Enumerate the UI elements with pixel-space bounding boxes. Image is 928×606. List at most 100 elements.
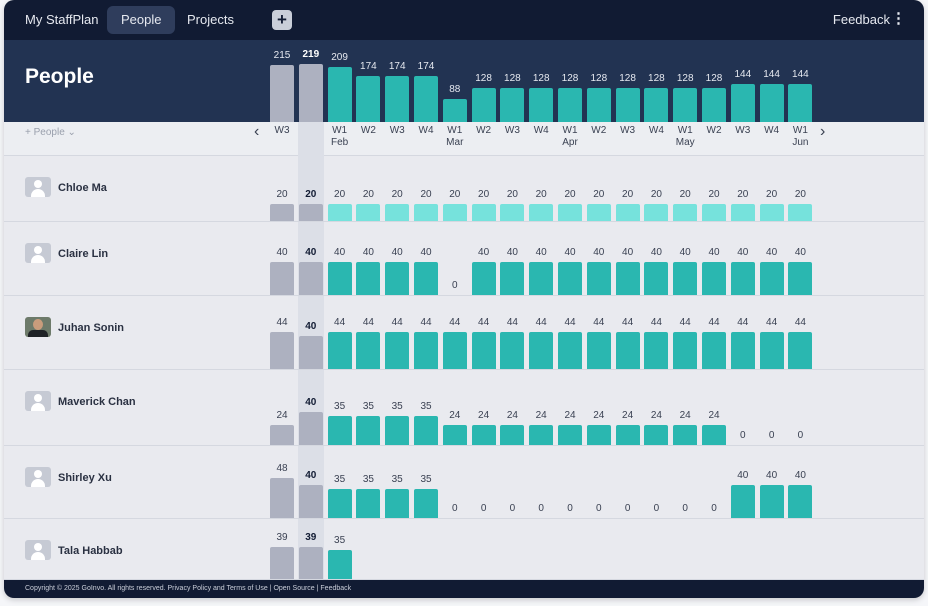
hours-bar[interactable] — [298, 335, 323, 369]
person-name[interactable]: Claire Lin — [58, 248, 108, 260]
hours-bar[interactable] — [500, 332, 525, 369]
hours-bar[interactable] — [730, 484, 755, 518]
hours-bar[interactable] — [270, 261, 294, 295]
kebab-menu-icon[interactable]: ⋮ — [891, 11, 906, 27]
hours-bar[interactable] — [270, 478, 294, 518]
total-bar[interactable] — [702, 88, 726, 122]
hours-bar[interactable] — [385, 332, 410, 369]
hours-bar[interactable] — [586, 261, 611, 295]
person-name[interactable]: Shirley Xu — [58, 472, 112, 484]
hours-bar[interactable] — [327, 204, 352, 221]
hours-bar[interactable] — [702, 204, 726, 221]
hours-bar[interactable] — [615, 425, 640, 445]
hours-bar[interactable] — [442, 425, 467, 445]
hours-bar[interactable] — [356, 261, 381, 295]
hours-bar[interactable] — [586, 332, 611, 369]
hours-bar[interactable] — [414, 488, 438, 518]
hours-bar[interactable] — [615, 261, 640, 295]
hours-bar[interactable] — [730, 332, 755, 369]
hours-bar[interactable] — [558, 261, 582, 295]
total-bar[interactable] — [730, 83, 755, 122]
hours-bar[interactable] — [414, 415, 438, 445]
hours-bar[interactable] — [644, 261, 669, 295]
hours-bar[interactable] — [673, 204, 698, 221]
hours-bar[interactable] — [788, 204, 813, 221]
hours-bar[interactable] — [298, 411, 323, 445]
hours-bar[interactable] — [788, 261, 813, 295]
person-name[interactable]: Maverick Chan — [58, 396, 136, 408]
hours-bar[interactable] — [759, 261, 784, 295]
hours-bar[interactable] — [298, 261, 323, 295]
hours-bar[interactable] — [327, 415, 352, 445]
total-bar[interactable] — [356, 75, 381, 122]
hours-bar[interactable] — [471, 261, 496, 295]
hours-bar[interactable] — [442, 204, 467, 221]
hours-bar[interactable] — [385, 488, 410, 518]
hours-bar[interactable] — [759, 484, 784, 518]
hours-bar[interactable] — [298, 546, 323, 579]
total-bar[interactable] — [298, 64, 323, 122]
total-bar[interactable] — [500, 88, 525, 122]
total-bar[interactable] — [673, 88, 698, 122]
hours-bar[interactable] — [298, 484, 323, 518]
person-name[interactable]: Juhan Sonin — [58, 322, 124, 334]
hours-bar[interactable] — [615, 204, 640, 221]
person-row[interactable] — [4, 519, 924, 580]
hours-bar[interactable] — [615, 332, 640, 369]
hours-bar[interactable] — [673, 332, 698, 369]
hours-bar[interactable] — [529, 332, 554, 369]
hours-bar[interactable] — [270, 546, 294, 579]
add-button[interactable]: + — [272, 10, 292, 30]
hours-bar[interactable] — [586, 425, 611, 445]
hours-bar[interactable] — [471, 425, 496, 445]
total-bar[interactable] — [788, 83, 813, 122]
hours-bar[interactable] — [327, 332, 352, 369]
total-bar[interactable] — [759, 83, 784, 122]
hours-bar[interactable] — [414, 261, 438, 295]
total-bar[interactable] — [558, 88, 582, 122]
hours-bar[interactable] — [471, 204, 496, 221]
hours-bar[interactable] — [270, 425, 294, 445]
hours-bar[interactable] — [500, 204, 525, 221]
total-bar[interactable] — [586, 88, 611, 122]
hours-bar[interactable] — [327, 549, 352, 579]
hours-bar[interactable] — [442, 332, 467, 369]
total-bar[interactable] — [615, 88, 640, 122]
hours-bar[interactable] — [759, 332, 784, 369]
total-bar[interactable] — [644, 88, 669, 122]
hours-bar[interactable] — [702, 425, 726, 445]
add-people-button[interactable]: + People ⌄ — [25, 127, 76, 138]
total-bar[interactable] — [529, 88, 554, 122]
chevron-left-icon[interactable]: ‹ — [254, 123, 259, 141]
hours-bar[interactable] — [414, 204, 438, 221]
hours-bar[interactable] — [644, 332, 669, 369]
hours-bar[interactable] — [644, 425, 669, 445]
hours-bar[interactable] — [558, 204, 582, 221]
hours-bar[interactable] — [385, 415, 410, 445]
hours-bar[interactable] — [644, 204, 669, 221]
feedback-link[interactable]: Feedback — [833, 12, 890, 27]
hours-bar[interactable] — [529, 261, 554, 295]
hours-bar[interactable] — [356, 332, 381, 369]
hours-bar[interactable] — [529, 425, 554, 445]
person-name[interactable]: Tala Habbab — [58, 545, 123, 557]
hours-bar[interactable] — [356, 488, 381, 518]
nav-my-staffplan[interactable]: My StaffPlan — [11, 6, 112, 34]
hours-bar[interactable] — [327, 488, 352, 518]
hours-bar[interactable] — [586, 204, 611, 221]
total-bar[interactable] — [270, 65, 294, 122]
total-bar[interactable] — [471, 88, 496, 122]
hours-bar[interactable] — [356, 415, 381, 445]
hours-bar[interactable] — [298, 204, 323, 221]
hours-bar[interactable] — [730, 261, 755, 295]
hours-bar[interactable] — [558, 332, 582, 369]
hours-bar[interactable] — [385, 204, 410, 221]
hours-bar[interactable] — [270, 332, 294, 369]
hours-bar[interactable] — [759, 204, 784, 221]
hours-bar[interactable] — [385, 261, 410, 295]
hours-bar[interactable] — [702, 332, 726, 369]
nav-tab-projects[interactable]: Projects — [173, 6, 248, 34]
hours-bar[interactable] — [558, 425, 582, 445]
hours-bar[interactable] — [730, 204, 755, 221]
hours-bar[interactable] — [500, 425, 525, 445]
